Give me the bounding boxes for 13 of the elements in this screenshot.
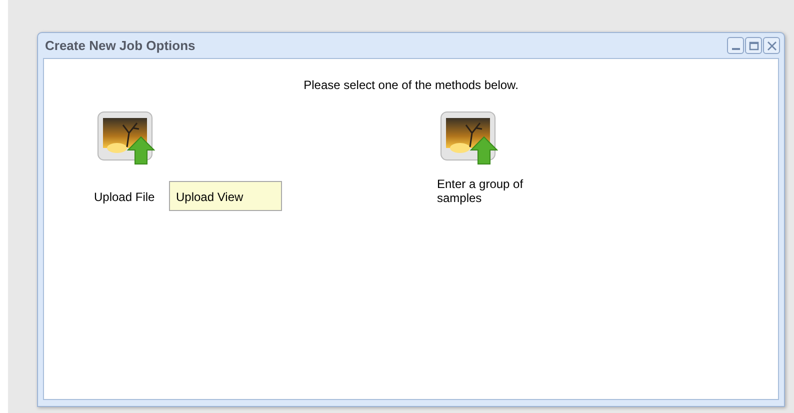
minimize-button[interactable] (727, 37, 744, 54)
close-button[interactable] (763, 37, 780, 54)
maximize-icon (748, 40, 758, 50)
minimize-icon (732, 48, 740, 50)
close-icon (766, 40, 776, 50)
maximize-button[interactable] (745, 37, 762, 54)
tooltip: Upload View (169, 181, 282, 211)
image-upload-icon[interactable] (97, 111, 155, 165)
image-upload-icon[interactable] (440, 111, 498, 165)
window-title: Create New Job Options (44, 38, 196, 53)
method-label[interactable]: Upload File (94, 190, 155, 204)
instruction-text: Please select one of the methods below. (302, 78, 520, 92)
method-label[interactable]: Enter a group of samples (437, 177, 557, 205)
